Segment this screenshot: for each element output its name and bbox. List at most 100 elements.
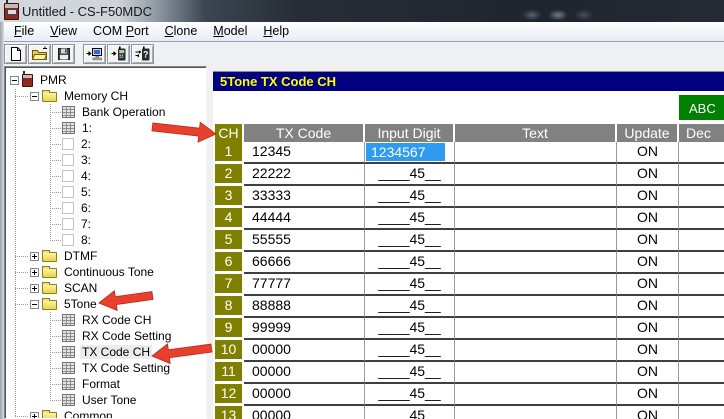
text-cell[interactable] bbox=[455, 252, 617, 274]
expand-plus-icon[interactable] bbox=[30, 268, 39, 277]
dec-cell[interactable] bbox=[679, 252, 724, 274]
input-digit-cell[interactable]: ____45__ bbox=[365, 318, 455, 340]
menu-model[interactable]: Model bbox=[205, 23, 255, 40]
update-cell[interactable]: ON bbox=[617, 406, 679, 419]
clone-info-button[interactable]: ? bbox=[131, 44, 154, 64]
tree-item-tx-code-setting[interactable]: TX Code Setting bbox=[5, 360, 206, 376]
update-cell[interactable]: ON bbox=[617, 274, 679, 296]
clone-read-button[interactable] bbox=[83, 44, 106, 64]
tree-item-memory-ch[interactable]: Memory CH bbox=[5, 88, 206, 104]
tree-item-scan[interactable]: SCAN bbox=[5, 280, 206, 296]
update-cell[interactable]: ON bbox=[617, 340, 679, 362]
text-cell[interactable] bbox=[455, 186, 617, 208]
expand-plus-icon[interactable] bbox=[30, 284, 39, 293]
tx-code-cell[interactable]: 55555 bbox=[244, 230, 365, 252]
tree-item-5tone[interactable]: 5Tone bbox=[5, 296, 206, 312]
text-cell[interactable] bbox=[455, 340, 617, 362]
dec-cell[interactable] bbox=[679, 208, 724, 230]
input-digit-cell[interactable]: 1234567 bbox=[365, 142, 455, 164]
text-cell[interactable] bbox=[455, 384, 617, 406]
dec-cell[interactable] bbox=[679, 340, 724, 362]
update-cell[interactable]: ON bbox=[617, 230, 679, 252]
update-cell[interactable]: ON bbox=[617, 208, 679, 230]
dec-cell[interactable] bbox=[679, 406, 724, 419]
tx-code-cell[interactable]: 00000 bbox=[244, 384, 365, 406]
dec-cell[interactable] bbox=[679, 274, 724, 296]
clone-write-button[interactable] bbox=[107, 44, 130, 64]
input-digit-cell[interactable]: ____45__ bbox=[365, 186, 455, 208]
dec-cell[interactable] bbox=[679, 296, 724, 318]
save-file-button[interactable] bbox=[52, 44, 75, 64]
tree-item-user-tone[interactable]: User Tone bbox=[5, 392, 206, 408]
tree-item-continuous-tone[interactable]: Continuous Tone bbox=[5, 264, 206, 280]
tree-item-7[interactable]: 7: bbox=[5, 216, 206, 232]
tree-item-dtmf[interactable]: DTMF bbox=[5, 248, 206, 264]
input-digit-cell[interactable]: ____45__ bbox=[365, 274, 455, 296]
input-digit-cell[interactable]: ____45__ bbox=[365, 230, 455, 252]
input-digit-cell[interactable]: ____45__ bbox=[365, 362, 455, 384]
text-cell[interactable] bbox=[455, 142, 617, 164]
update-cell[interactable]: ON bbox=[617, 296, 679, 318]
text-cell[interactable] bbox=[455, 362, 617, 384]
menu-file[interactable]: File bbox=[6, 23, 42, 40]
dec-cell[interactable] bbox=[679, 164, 724, 186]
text-cell[interactable] bbox=[455, 164, 617, 186]
new-file-button[interactable] bbox=[4, 44, 27, 64]
tx-code-cell[interactable]: 66666 bbox=[244, 252, 365, 274]
menu-com-port[interactable]: COM Port bbox=[85, 23, 157, 40]
tree-item-5[interactable]: 5: bbox=[5, 184, 206, 200]
update-cell[interactable]: ON bbox=[617, 142, 679, 164]
tx-code-cell[interactable]: 44444 bbox=[244, 208, 365, 230]
tree-item-common[interactable]: Common bbox=[5, 408, 206, 419]
text-cell[interactable] bbox=[455, 318, 617, 340]
update-cell[interactable]: ON bbox=[617, 252, 679, 274]
abc-toggle-button[interactable]: ABC bbox=[679, 95, 724, 120]
input-digit-cell[interactable]: ____45__ bbox=[365, 340, 455, 362]
dec-cell[interactable] bbox=[679, 362, 724, 384]
tx-code-cell[interactable]: 00000 bbox=[244, 406, 365, 419]
tree-item-rx-code-setting[interactable]: RX Code Setting bbox=[5, 328, 206, 344]
dec-cell[interactable] bbox=[679, 142, 724, 164]
menu-help[interactable]: Help bbox=[255, 23, 297, 40]
tree-item-format[interactable]: Format bbox=[5, 376, 206, 392]
collapse-minus-icon[interactable] bbox=[30, 92, 39, 101]
input-digit-cell[interactable]: ____45__ bbox=[365, 208, 455, 230]
tx-code-cell[interactable]: 00000 bbox=[244, 340, 365, 362]
tree-item-2[interactable]: 2: bbox=[5, 136, 206, 152]
update-cell[interactable]: ON bbox=[617, 384, 679, 406]
input-digit-cell[interactable]: ____45__ bbox=[365, 252, 455, 274]
tree-item-4[interactable]: 4: bbox=[5, 168, 206, 184]
input-digit-cell[interactable]: ____45__ bbox=[365, 384, 455, 406]
open-file-button[interactable] bbox=[28, 44, 51, 64]
tx-code-cell[interactable]: 33333 bbox=[244, 186, 365, 208]
tree-item-rx-code-ch[interactable]: RX Code CH bbox=[5, 312, 206, 328]
dec-cell[interactable] bbox=[679, 186, 724, 208]
text-cell[interactable] bbox=[455, 406, 617, 419]
tx-code-cell[interactable]: 12345 bbox=[244, 142, 365, 164]
update-cell[interactable]: ON bbox=[617, 186, 679, 208]
tx-code-cell[interactable]: 88888 bbox=[244, 296, 365, 318]
tree-item-tx-code-ch[interactable]: TX Code CH bbox=[5, 344, 206, 360]
expand-plus-icon[interactable] bbox=[30, 412, 39, 419]
tree-item-8[interactable]: 8: bbox=[5, 232, 206, 248]
text-cell[interactable] bbox=[455, 274, 617, 296]
text-cell[interactable] bbox=[455, 230, 617, 252]
input-digit-cell[interactable]: ____45__ bbox=[365, 164, 455, 186]
tx-code-cell[interactable]: 00000 bbox=[244, 362, 365, 384]
selected-input-digit-cell[interactable]: 1234567 bbox=[366, 143, 445, 161]
tree-item-pmr[interactable]: PMR bbox=[5, 72, 206, 88]
text-cell[interactable] bbox=[455, 296, 617, 318]
tx-code-cell[interactable]: 99999 bbox=[244, 318, 365, 340]
dec-cell[interactable] bbox=[679, 384, 724, 406]
update-cell[interactable]: ON bbox=[617, 318, 679, 340]
update-cell[interactable]: ON bbox=[617, 164, 679, 186]
collapse-minus-icon[interactable] bbox=[30, 300, 39, 309]
tree-item-6[interactable]: 6: bbox=[5, 200, 206, 216]
tree-item-bank-operation[interactable]: Bank Operation bbox=[5, 104, 206, 120]
tree-item-3[interactable]: 3: bbox=[5, 152, 206, 168]
menu-view[interactable]: View bbox=[42, 23, 85, 40]
expand-plus-icon[interactable] bbox=[30, 252, 39, 261]
dec-cell[interactable] bbox=[679, 230, 724, 252]
text-cell[interactable] bbox=[455, 208, 617, 230]
menu-clone[interactable]: Clone bbox=[157, 23, 206, 40]
